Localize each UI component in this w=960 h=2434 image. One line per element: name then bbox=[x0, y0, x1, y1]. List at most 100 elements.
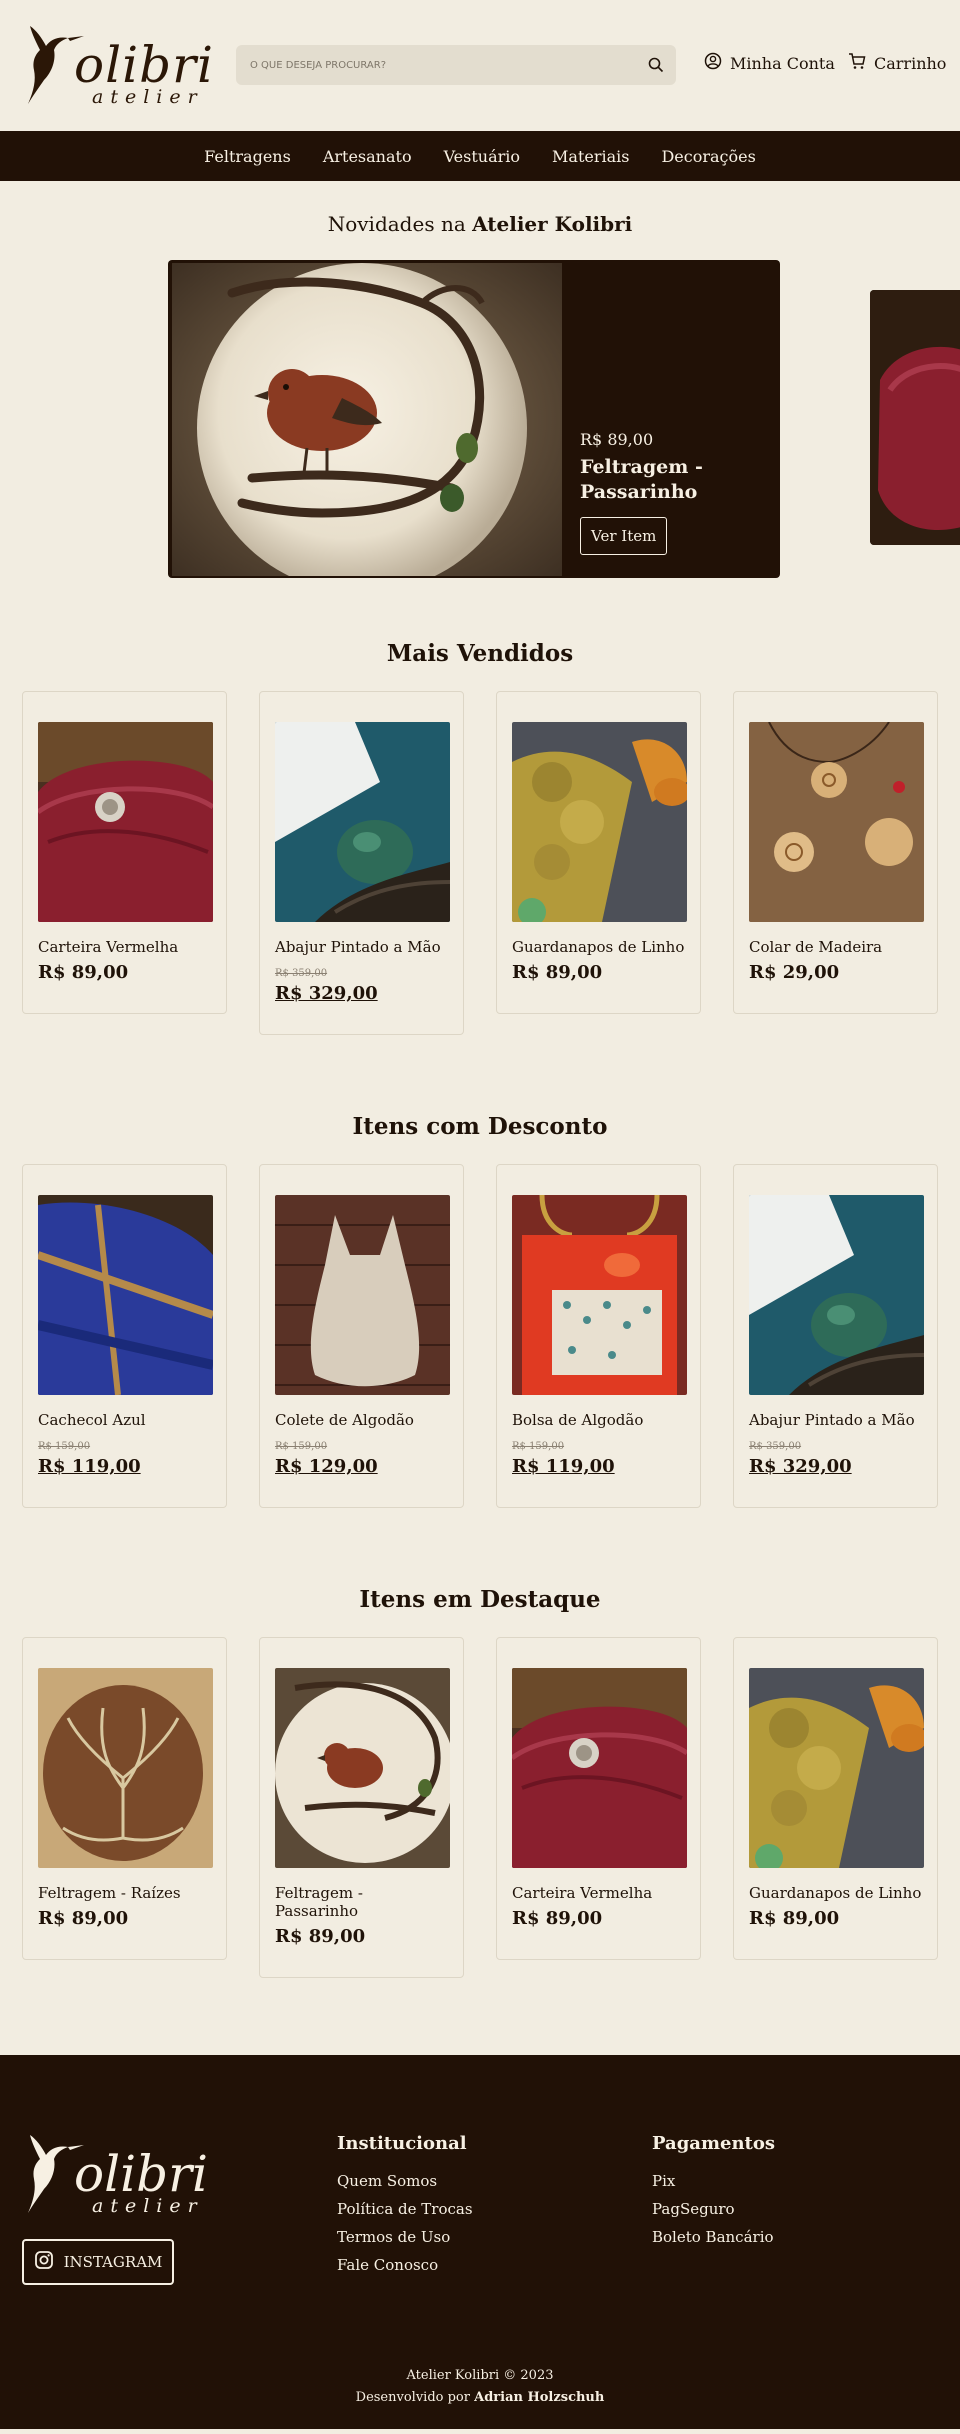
nav-item-vestuario[interactable]: Vestuário bbox=[444, 147, 520, 166]
user-circle-icon bbox=[704, 52, 722, 74]
logo-subtitle: atelier bbox=[92, 86, 204, 108]
product-image-abajur bbox=[749, 1195, 924, 1395]
product-old-price: R$ 159,00 bbox=[38, 1441, 91, 1452]
product-image-feltragem-passarinho bbox=[275, 1668, 450, 1868]
novidades-carousel[interactable]: R$ 89,00 Feltragem - Passarinho Ver Item bbox=[0, 260, 960, 580]
footer-link-pix[interactable]: Pix bbox=[652, 2172, 775, 2190]
footer-link-pagseguro[interactable]: PagSeguro bbox=[652, 2200, 775, 2218]
nav-item-decoracoes[interactable]: Decorações bbox=[661, 147, 755, 166]
product-image-colar bbox=[749, 722, 924, 922]
footer-logo[interactable]: olibri atelier bbox=[22, 2129, 212, 2221]
footer-copyright: Atelier Kolibri © 2023 Desenvolvido por … bbox=[0, 2365, 960, 2409]
product-name: Guardanapos de Linho bbox=[749, 1884, 922, 1902]
product-card[interactable]: Carteira Vermelha R$ 89,00 bbox=[22, 691, 227, 1014]
footer-link-fale-conosco[interactable]: Fale Conosco bbox=[337, 2256, 473, 2274]
footer-link-quem-somos[interactable]: Quem Somos bbox=[337, 2172, 473, 2190]
product-card[interactable]: Bolsa de Algodão R$ 159,00 R$ 119,00 bbox=[496, 1164, 701, 1508]
instagram-label: INSTAGRAM bbox=[63, 2253, 163, 2271]
product-name: Colar de Madeira bbox=[749, 938, 883, 956]
search-icon[interactable] bbox=[636, 45, 676, 85]
developer-name[interactable]: Adrian Holzschuh bbox=[474, 2390, 604, 2405]
product-price: R$ 89,00 bbox=[38, 962, 129, 983]
main-nav: Feltragens Artesanato Vestuário Materiai… bbox=[0, 131, 960, 181]
cart-link[interactable]: Carrinho bbox=[848, 52, 946, 74]
product-card[interactable]: Guardanapos de Linho R$ 89,00 bbox=[733, 1637, 938, 1960]
slide-info: R$ 89,00 Feltragem - Passarinho Ver Item bbox=[580, 430, 760, 555]
novidades-heading: Novidades na Atelier Kolibri bbox=[0, 212, 960, 236]
product-image-colete bbox=[275, 1195, 450, 1395]
product-card[interactable]: Guardanapos de Linho R$ 89,00 bbox=[496, 691, 701, 1014]
account-link[interactable]: Minha Conta bbox=[704, 52, 835, 74]
product-card[interactable]: Cachecol Azul R$ 159,00 R$ 119,00 bbox=[22, 1164, 227, 1508]
product-price: R$ 89,00 bbox=[38, 1908, 129, 1929]
mais-vendidos-grid: Carteira Vermelha R$ 89,00 Abajur Pintad… bbox=[0, 691, 960, 1035]
carousel-slide-next[interactable] bbox=[870, 290, 960, 545]
slide-image bbox=[172, 263, 562, 578]
product-name: Colete de Algodão bbox=[275, 1411, 414, 1429]
product-name: Carteira Vermelha bbox=[512, 1884, 653, 1902]
product-card[interactable]: Colar de Madeira R$ 29,00 bbox=[733, 691, 938, 1014]
product-name: Carteira Vermelha bbox=[38, 938, 179, 956]
product-card[interactable]: Feltragem - Raízes R$ 89,00 bbox=[22, 1637, 227, 1960]
product-image-abajur bbox=[275, 722, 450, 922]
product-price: R$ 119,00 bbox=[512, 1456, 615, 1477]
product-name: Cachecol Azul bbox=[38, 1411, 146, 1429]
product-price: R$ 129,00 bbox=[275, 1456, 378, 1477]
footer-link-politica-trocas[interactable]: Política de Trocas bbox=[337, 2200, 473, 2218]
product-image-guardanapos bbox=[512, 722, 687, 922]
footer-link-termos-uso[interactable]: Termos de Uso bbox=[337, 2228, 473, 2246]
nav-item-feltragens[interactable]: Feltragens bbox=[204, 147, 291, 166]
product-price: R$ 119,00 bbox=[38, 1456, 141, 1477]
search-input[interactable] bbox=[236, 45, 636, 85]
footer-pagamentos: Pagamentos Pix PagSeguro Boleto Bancário bbox=[652, 2133, 775, 2256]
pagamentos-title: Pagamentos bbox=[652, 2133, 776, 2154]
novidades-title-prefix: Novidades na bbox=[327, 212, 466, 236]
product-image-bolsa bbox=[512, 1195, 687, 1395]
site-logo[interactable]: olibri atelier bbox=[22, 20, 213, 112]
site-footer: olibri atelier INSTAGRAM Institucional Q… bbox=[0, 2055, 960, 2429]
product-price: R$ 89,00 bbox=[275, 1926, 366, 1947]
product-name: Abajur Pintado a Mão bbox=[749, 1411, 915, 1429]
product-image-carteira-vermelha bbox=[38, 722, 213, 922]
product-old-price: R$ 359,00 bbox=[275, 968, 328, 979]
footer-logo-subtitle: atelier bbox=[92, 2195, 204, 2217]
product-price: R$ 329,00 bbox=[749, 1456, 852, 1477]
product-name: Feltragem - Passarinho bbox=[275, 1884, 363, 1920]
product-name: Guardanapos de Linho bbox=[512, 938, 685, 956]
product-name: Abajur Pintado a Mão bbox=[275, 938, 441, 956]
product-image-carteira-vermelha bbox=[512, 1668, 687, 1868]
mais-vendidos-title: Mais Vendidos bbox=[386, 640, 574, 667]
product-old-price: R$ 159,00 bbox=[275, 1441, 328, 1452]
product-card[interactable]: Abajur Pintado a Mão R$ 359,00 R$ 329,00 bbox=[259, 691, 464, 1035]
product-price: R$ 89,00 bbox=[512, 1908, 603, 1929]
cart-label: Carrinho bbox=[874, 53, 947, 73]
developer-credit: Desenvolvido por Adrian Holzschuh bbox=[0, 2387, 960, 2409]
product-name: Feltragem - Raízes bbox=[38, 1884, 181, 1902]
copyright-text: Atelier Kolibri © 2023 bbox=[406, 2368, 554, 2383]
product-price: R$ 89,00 bbox=[512, 962, 603, 983]
product-price: R$ 29,00 bbox=[749, 962, 840, 983]
cart-icon bbox=[848, 52, 866, 74]
footer-link-boleto[interactable]: Boleto Bancário bbox=[652, 2228, 775, 2246]
desconto-grid: Cachecol Azul R$ 159,00 R$ 119,00 Colete… bbox=[0, 1164, 960, 1508]
carousel-slide-active[interactable]: R$ 89,00 Feltragem - Passarinho Ver Item bbox=[168, 260, 780, 578]
product-card[interactable]: Colete de Algodão R$ 159,00 R$ 129,00 bbox=[259, 1164, 464, 1508]
product-image-feltragem-raizes bbox=[38, 1668, 213, 1868]
instagram-icon bbox=[34, 2250, 54, 2274]
destaque-title: Itens em Destaque bbox=[359, 1586, 601, 1613]
instagram-button[interactable]: INSTAGRAM bbox=[22, 2239, 174, 2285]
site-header: olibri atelier Minha Conta Carrinho bbox=[0, 0, 960, 131]
developer-prefix: Desenvolvido por bbox=[355, 2390, 470, 2405]
nav-item-artesanato[interactable]: Artesanato bbox=[323, 147, 412, 166]
product-card[interactable]: Carteira Vermelha R$ 89,00 bbox=[496, 1637, 701, 1960]
nav-item-materiais[interactable]: Materiais bbox=[552, 147, 629, 166]
destaque-section: Itens em Destaque Feltragem - Raízes R$ … bbox=[0, 1586, 960, 1978]
product-price: R$ 89,00 bbox=[749, 1908, 840, 1929]
product-card[interactable]: Abajur Pintado a Mão R$ 359,00 R$ 329,00 bbox=[733, 1164, 938, 1508]
ver-item-button[interactable]: Ver Item bbox=[580, 517, 668, 555]
destaque-grid: Feltragem - Raízes R$ 89,00 Feltragem - … bbox=[0, 1637, 960, 1978]
mais-vendidos-section: Mais Vendidos Carteira Vermelha R$ 89,00… bbox=[0, 640, 960, 1035]
product-card[interactable]: Feltragem - Passarinho R$ 89,00 bbox=[259, 1637, 464, 1978]
account-label: Minha Conta bbox=[730, 53, 835, 73]
search-bar bbox=[236, 45, 676, 85]
